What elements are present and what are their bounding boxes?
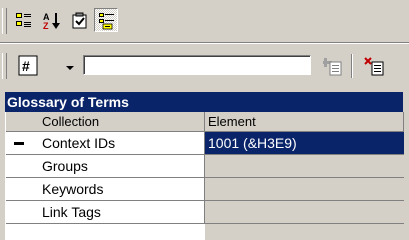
- hash-dropdown-button[interactable]: #: [16, 54, 44, 78]
- svg-text:#: #: [22, 58, 30, 74]
- add-item-icon: [323, 58, 342, 76]
- row-label: Link Tags: [42, 204, 101, 220]
- grid-row-context-ids[interactable]: Context IDs 1001 (&H3E9): [6, 132, 404, 155]
- row-value-cell[interactable]: [205, 178, 404, 201]
- collapse-icon[interactable]: [14, 142, 24, 145]
- alphabetical-button[interactable]: A Z: [40, 9, 64, 33]
- property-pages-button[interactable]: [68, 9, 92, 33]
- categorized-button[interactable]: [12, 9, 36, 33]
- delete-item-icon: [364, 57, 384, 76]
- row-label: Context IDs: [42, 135, 116, 151]
- row-value-cell[interactable]: [205, 155, 404, 178]
- toolbar-grip[interactable]: [2, 53, 7, 79]
- term-input[interactable]: [83, 55, 311, 75]
- toolbar-grip[interactable]: [2, 8, 7, 34]
- row-value-cell[interactable]: 1001 (&H3E9): [205, 132, 404, 155]
- checklist-icon: [72, 12, 87, 29]
- column-header-element[interactable]: Element: [205, 112, 404, 132]
- toolbar-bottom: #: [0, 44, 409, 88]
- svg-text:Z: Z: [43, 21, 49, 31]
- delete-item-button[interactable]: [362, 54, 386, 78]
- hash-icon: #: [18, 55, 38, 76]
- row-name-cell[interactable]: Context IDs: [6, 132, 205, 155]
- row-label: Keywords: [42, 181, 104, 197]
- row-label: Groups: [42, 158, 88, 174]
- grid-row-link-tags[interactable]: Link Tags: [6, 201, 404, 224]
- toolbar-separator: [351, 54, 353, 78]
- glossary-window: A Z # Glossary of Terms Collection Eleme…: [0, 0, 409, 240]
- add-item-button[interactable]: [320, 54, 344, 78]
- glossary-icon: [99, 13, 114, 30]
- grid-row-groups[interactable]: Groups: [6, 155, 404, 178]
- toolbar-top: A Z: [0, 0, 409, 42]
- row-name-cell[interactable]: Keywords: [6, 178, 205, 201]
- glossary-grid: Collection Element Context IDs 1001 (&H3…: [5, 112, 404, 240]
- row-name-cell[interactable]: Link Tags: [6, 201, 205, 224]
- grid-row-keywords[interactable]: Keywords: [6, 178, 404, 201]
- categorized-icon: [16, 13, 31, 27]
- row-name-cell[interactable]: Groups: [6, 155, 205, 178]
- sort-az-icon: A Z: [43, 12, 60, 31]
- column-header-collection[interactable]: Collection: [6, 112, 205, 132]
- panel-title: Glossary of Terms: [5, 92, 403, 112]
- row-value-cell[interactable]: [205, 201, 404, 224]
- chevron-down-icon[interactable]: [66, 66, 74, 70]
- glossary-button[interactable]: [94, 8, 118, 32]
